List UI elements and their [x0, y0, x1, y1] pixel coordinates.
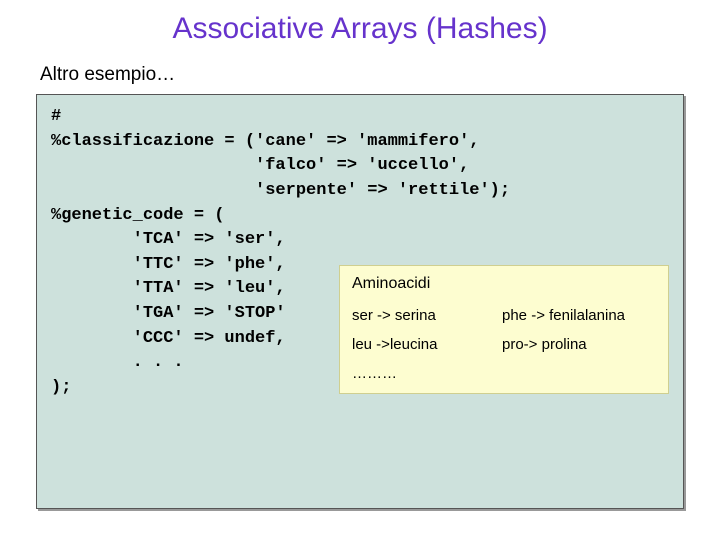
code-line: 'falco' => 'uccello', [51, 154, 669, 179]
subtitle: Altro esempio… [40, 64, 684, 86]
code-line: # [51, 105, 669, 130]
legend-row: ser -> serina phe -> fenilalanina [352, 308, 656, 323]
legend-box: Aminoacidi ser -> serina phe -> fenilala… [339, 265, 669, 394]
legend-row: ……… [352, 366, 656, 381]
page-title: Associative Arrays (Hashes) [36, 12, 684, 46]
code-line: %genetic_code = ( [51, 204, 669, 229]
slide: Associative Arrays (Hashes) Altro esempi… [0, 0, 720, 540]
legend-cell: ser -> serina [352, 308, 502, 323]
legend-row: leu ->leucina pro-> prolina [352, 337, 656, 352]
legend-cell [502, 366, 656, 381]
legend-cell: pro-> prolina [502, 337, 656, 352]
code-line: %classificazione = ('cane' => 'mammifero… [51, 130, 669, 155]
legend-title: Aminoacidi [352, 276, 656, 292]
code-line: 'serpente' => 'rettile'); [51, 179, 669, 204]
legend-cell: phe -> fenilalanina [502, 308, 656, 323]
code-line: 'TCA' => 'ser', [51, 228, 669, 253]
legend-cell: ……… [352, 366, 502, 381]
legend-cell: leu ->leucina [352, 337, 502, 352]
code-block: # %classificazione = ('cane' => 'mammife… [36, 94, 684, 509]
